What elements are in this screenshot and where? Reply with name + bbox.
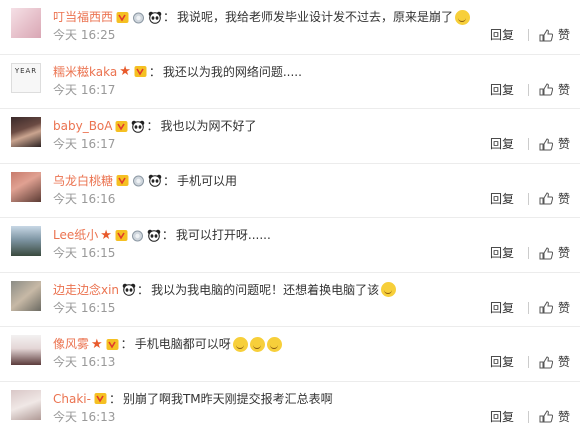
avatar[interactable] <box>11 390 41 420</box>
shocked-emoji-icon <box>250 337 265 352</box>
vip-icon <box>134 65 147 78</box>
reply-button[interactable]: 回复 <box>490 135 514 153</box>
comment-text: 我可以打开呀...... <box>176 226 271 244</box>
medal-icon <box>131 229 144 242</box>
shocked-emoji-icon <box>267 337 282 352</box>
avatar[interactable]: YEAR <box>11 63 41 93</box>
like-button[interactable]: 赞 <box>539 190 570 208</box>
shocked-emoji-icon <box>233 337 248 352</box>
star-icon: ★ <box>119 65 131 78</box>
vip-icon <box>94 392 107 405</box>
reply-button[interactable]: 回复 <box>490 26 514 44</box>
panda-icon <box>147 229 160 242</box>
username-link[interactable]: 像风雾 <box>53 335 89 353</box>
like-button[interactable]: 赞 <box>539 244 570 262</box>
comment-row: 乌龙白桃糖 ： 手机可以用 今天 16:16 回复 赞 <box>0 164 580 219</box>
vip-icon <box>115 229 128 242</box>
thumbs-up-icon <box>539 83 553 96</box>
comment-text: 我也以为网不好了 <box>161 117 257 135</box>
star-icon: ★ <box>100 229 112 242</box>
thumbs-up-icon <box>539 247 553 260</box>
avatar[interactable] <box>11 281 41 311</box>
medal-icon <box>132 11 145 24</box>
comment-time: 今天 16:17 <box>53 135 115 153</box>
thumbs-up-icon <box>539 301 553 314</box>
reply-button[interactable]: 回复 <box>490 81 514 99</box>
reply-button[interactable]: 回复 <box>490 408 514 426</box>
comment-time: 今天 16:25 <box>53 26 115 44</box>
username-link[interactable]: Lee纸小 <box>53 226 98 244</box>
reply-button[interactable]: 回复 <box>490 190 514 208</box>
avatar[interactable] <box>11 335 41 365</box>
thumbs-up-icon <box>539 356 553 369</box>
comment-row: 边走边念xin ： 我以为我电脑的问题呢！还想着换电脑了该 今天 16:15 回… <box>0 273 580 328</box>
comment-list: 叮当福西西 ： 我说呢，我给老师发毕业设计发不过去，原来是崩了 今天 16:25… <box>0 0 580 435</box>
username-link[interactable]: baby_BoA <box>53 117 112 135</box>
comment-text: 我说呢，我给老师发毕业设计发不过去，原来是崩了 <box>177 8 453 26</box>
comment-time: 今天 16:15 <box>53 244 115 262</box>
comment-text: 手机电脑都可以呀 <box>135 335 231 353</box>
reply-button[interactable]: 回复 <box>490 299 514 317</box>
comment-row: baby_BoA ： 我也以为网不好了 今天 16:17 回复 赞 <box>0 109 580 164</box>
thumbs-up-icon <box>539 29 553 42</box>
reply-button[interactable]: 回复 <box>490 244 514 262</box>
comment-row: 像风雾 ★ ： 手机电脑都可以呀 今天 16:13 回复 赞 <box>0 327 580 382</box>
username-link[interactable]: 叮当福西西 <box>53 8 113 26</box>
comment-text: 别崩了啊我TM昨天刚提交报考汇总表啊 <box>123 390 333 408</box>
panda-icon <box>148 174 161 187</box>
username-link[interactable]: Chaki- <box>53 390 91 408</box>
panda-icon <box>131 120 144 133</box>
thumbs-up-icon <box>539 192 553 205</box>
vip-icon <box>106 338 119 351</box>
comment-text: 手机可以用 <box>177 172 237 190</box>
comment-time: 今天 16:16 <box>53 190 115 208</box>
like-button[interactable]: 赞 <box>539 299 570 317</box>
comment-time: 今天 16:13 <box>53 408 115 426</box>
avatar[interactable] <box>11 226 41 256</box>
like-button[interactable]: 赞 <box>539 26 570 44</box>
comment-time: 今天 16:15 <box>53 299 115 317</box>
comment-text: 我还以为我的网络问题..... <box>163 63 302 81</box>
avatar[interactable] <box>11 8 41 38</box>
panda-icon <box>148 11 161 24</box>
smile-emoji-icon <box>455 10 470 25</box>
avatar[interactable] <box>11 117 41 147</box>
like-button[interactable]: 赞 <box>539 135 570 153</box>
laugh-emoji-icon <box>381 282 396 297</box>
vip-icon <box>116 11 129 24</box>
like-button[interactable]: 赞 <box>539 353 570 371</box>
like-button[interactable]: 赞 <box>539 81 570 99</box>
comment-row: Chaki- ： 别崩了啊我TM昨天刚提交报考汇总表啊 今天 16:13 回复 … <box>0 382 580 435</box>
comment-text: 我以为我电脑的问题呢！还想着换电脑了该 <box>151 281 379 299</box>
comment-row: Lee纸小 ★ ： 我可以打开呀...... 今天 16:15 回复 赞 <box>0 218 580 273</box>
vip-icon <box>116 174 129 187</box>
like-button[interactable]: 赞 <box>539 408 570 426</box>
username-link[interactable]: 边走边念xin <box>53 281 119 299</box>
avatar[interactable] <box>11 172 41 202</box>
username-link[interactable]: 乌龙白桃糖 <box>53 172 113 190</box>
comment-row: YEAR 糯米糍kaka ★ ： 我还以为我的网络问题..... 今天 16:1… <box>0 55 580 110</box>
comment-time: 今天 16:17 <box>53 81 115 99</box>
username-link[interactable]: 糯米糍kaka <box>53 63 117 81</box>
comment-row: 叮当福西西 ： 我说呢，我给老师发毕业设计发不过去，原来是崩了 今天 16:25… <box>0 0 580 55</box>
vip-icon <box>115 120 128 133</box>
thumbs-up-icon <box>539 410 553 423</box>
medal-icon <box>132 174 145 187</box>
comment-time: 今天 16:13 <box>53 353 115 371</box>
panda-icon <box>122 283 135 296</box>
reply-button[interactable]: 回复 <box>490 353 514 371</box>
star-icon: ★ <box>91 338 103 351</box>
thumbs-up-icon <box>539 138 553 151</box>
